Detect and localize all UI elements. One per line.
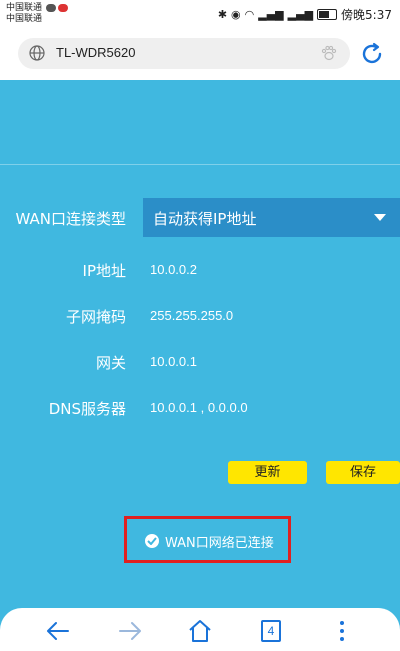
wan-type-value: 自动获得IP地址 — [153, 210, 257, 228]
wechat-icon — [46, 4, 56, 12]
dns-label: DNS服务器 — [48, 400, 126, 418]
subnet-mask-label: 子网掩码 — [65, 308, 126, 326]
browser-toolbar: TL-WDR5620 — [0, 28, 400, 80]
status-indicators: ✱ ◉ ◠ ▂▄▆ ▂▄▆ 傍晚5:37 — [218, 6, 392, 23]
refresh-icon[interactable] — [359, 41, 385, 67]
more-vertical-icon — [340, 621, 344, 641]
check-circle-icon — [145, 534, 159, 548]
weibo-icon — [58, 4, 68, 12]
home-button[interactable] — [186, 618, 214, 644]
home-icon — [189, 620, 211, 642]
tab-count: 4 — [261, 620, 281, 642]
subnet-mask-value: 255.255.255.0 — [150, 308, 234, 323]
back-button[interactable] — [44, 618, 72, 644]
bluetooth-icon: ✱ — [217, 8, 228, 21]
screen: 中国联通 中国联通 ✱ ◉ ◠ ▂▄▆ ▂▄▆ 傍晚5:37 TL-WDR562… — [0, 0, 400, 651]
save-button[interactable]: 保存 — [326, 461, 400, 484]
forward-button[interactable] — [116, 618, 144, 644]
paw-icon[interactable] — [320, 44, 338, 62]
wan-type-label: WAN口连接类型 — [15, 210, 127, 228]
dns-value: 10.0.0.1 , 0.0.0.0 — [150, 400, 248, 415]
url-text: TL-WDR5620 — [56, 45, 136, 60]
bottom-nav: 4 — [0, 608, 400, 651]
globe-icon — [29, 45, 45, 61]
header-divider — [0, 164, 400, 165]
ip-value: 10.0.0.2 — [150, 262, 197, 277]
signal-icon-2: ▂▄▆ — [287, 8, 314, 21]
chevron-down-icon — [374, 214, 386, 221]
eye-icon: ◉ — [231, 8, 241, 21]
signal-icon: ▂▄▆ — [258, 8, 284, 21]
notification-icons — [46, 4, 68, 12]
wifi-icon: ◠ — [244, 8, 255, 21]
gateway-label: 网关 — [95, 354, 126, 372]
menu-button[interactable] — [328, 618, 356, 644]
wan-type-select[interactable]: 自动获得IP地址 — [143, 198, 400, 237]
refresh-button[interactable]: 更新 — [228, 461, 307, 484]
back-arrow-icon — [47, 622, 69, 640]
battery-icon — [317, 9, 338, 20]
carrier-label-2: 中国联通 — [6, 14, 43, 24]
tabs-button[interactable]: 4 — [257, 618, 285, 644]
forward-arrow-icon — [119, 622, 141, 640]
url-field[interactable]: TL-WDR5620 — [18, 38, 350, 69]
carrier-label-1: 中国联通 — [6, 3, 43, 13]
clock: 傍晚5:37 — [341, 8, 392, 22]
status-bar: 中国联通 中国联通 ✱ ◉ ◠ ▂▄▆ ▂▄▆ 傍晚5:37 — [0, 0, 400, 28]
status-text: WAN口网络已连接 — [165, 536, 274, 551]
ip-label: IP地址 — [82, 262, 126, 280]
connection-status: WAN口网络已连接 — [124, 516, 291, 563]
gateway-value: 10.0.0.1 — [150, 354, 197, 369]
